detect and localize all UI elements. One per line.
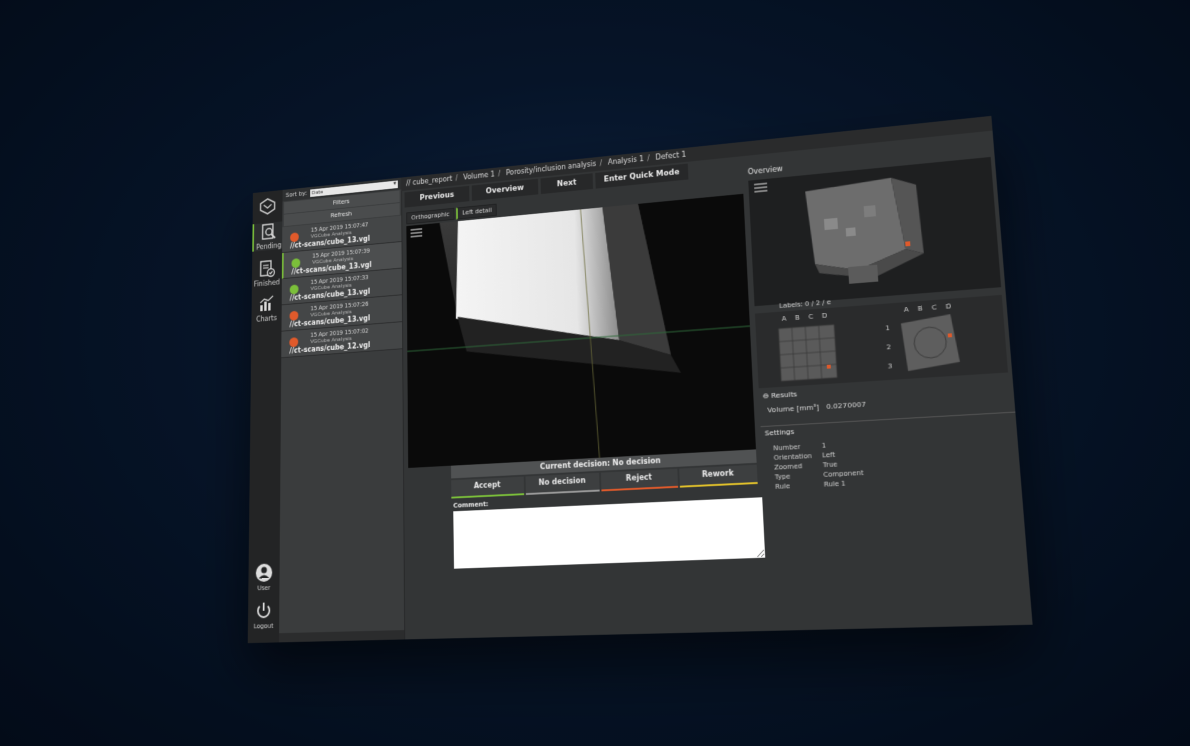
rail-label: Charts [256,314,277,324]
grid-col-label: A [903,305,909,314]
rework-button[interactable]: Rework [678,464,758,488]
setting-value: Rule 1 [823,479,846,489]
bar-chart-icon [258,294,276,312]
part-3d-render [804,175,926,284]
breadcrumb-item-current: Defect 1 [655,150,687,162]
user-avatar-icon [255,563,273,583]
volume-value: 0.0270007 [825,399,867,411]
volume-label: Volume [mm³] [767,402,820,415]
setting-value: 1 [821,441,827,450]
label-grids: A B C D A B C D 1 2 3 [754,294,1009,389]
overview-3d-view[interactable] [748,156,1002,307]
app-window: Pending Finished Charts User Logout Sort… [247,115,1033,644]
grid-col-label: B [794,313,800,322]
grid-col-label: C [931,303,937,312]
comment-input[interactable] [453,497,766,569]
ct-slice-image [406,193,756,468]
grid-col-label: C [808,312,814,321]
app-logo-icon [260,197,276,215]
setting-value: Component [823,469,864,479]
sort-label: Sort by: [285,189,308,199]
pending-inspection-icon [260,222,277,242]
grid-row-label: 3 [887,362,893,371]
rail-item-finished[interactable]: Finished [252,258,282,288]
viewer-menu-icon[interactable] [410,228,423,239]
overview-panel: Overview Labels: 0 / 2 / e A B C D A B C… [746,144,1033,631]
reject-button[interactable]: Reject [600,468,678,492]
setting-row: Rule Rule 1 [775,480,846,491]
no-decision-button[interactable]: No decision [525,472,600,496]
setting-key: Number [773,443,801,453]
finished-report-icon [258,259,275,279]
setting-value: Left [822,450,836,460]
grid-col-label: D [945,302,952,311]
results-label: Results [770,389,798,400]
results-toggle-icon: ⊖ [762,391,770,401]
grid-col-label: D [821,311,828,320]
file-list-footer [279,630,405,643]
icon-rail: Pending Finished Charts User Logout [247,189,284,644]
breadcrumb-item[interactable]: cube_report [413,175,453,187]
grid-col-label: A [781,314,787,323]
main-area: // cube_report / Volume 1/ Porosity/inclu… [401,115,1033,640]
breadcrumb-item[interactable]: Analysis 1 [608,155,644,167]
setting-key: Type [774,472,791,482]
ct-slice-viewer[interactable] [406,193,756,468]
setting-row: Type Component [775,469,864,481]
next-button[interactable]: Next [540,173,594,195]
grid-col-label: B [917,304,923,313]
accept-button[interactable]: Accept [451,476,524,499]
settings-header[interactable]: Settings [760,411,1021,440]
user-label: User [257,584,271,592]
power-icon [255,601,273,622]
grid-row-label: 1 [885,324,890,333]
setting-key: Orientation [773,452,813,462]
logout-label: Logout [253,622,274,631]
rail-item-pending[interactable]: Pending [252,221,284,252]
file-path: //ct-scans/cube_12.vgl [289,341,371,355]
grid-thumbnails [755,313,961,388]
rail-item-charts[interactable]: Charts [251,293,281,323]
setting-key: Zoomed [774,462,803,472]
rail-label: Finished [253,278,280,289]
setting-row: Number 1 [773,442,826,453]
user-button[interactable]: User [248,562,279,592]
setting-value: True [822,460,838,470]
breadcrumb-item[interactable]: Volume 1 [463,170,495,181]
logout-button[interactable]: Logout [248,600,279,630]
grid-row-label: 2 [886,343,892,352]
setting-key: Rule [775,482,791,491]
rail-label: Pending [256,241,282,252]
breadcrumb-root: // [406,179,411,188]
comment-label: Comment: [453,500,489,510]
file-list-panel: Sort by: Date Filters Refresh 15 Apr 201… [279,177,406,643]
overview-menu-icon[interactable] [753,182,768,194]
